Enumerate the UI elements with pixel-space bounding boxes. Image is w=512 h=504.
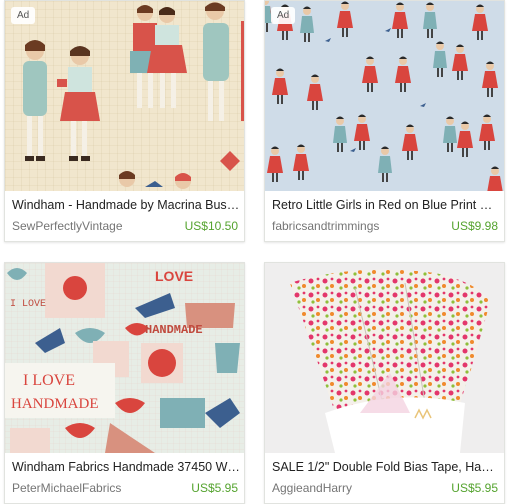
fabric-i-love-handmade-image: LOVE I LOVE HANDMADE I LOVE HANDMADE [5, 263, 244, 453]
listing-card-4[interactable]: SALE 1/2" Double Fold Bias Tape, Handmad… [264, 262, 505, 504]
shop-name[interactable]: PeterMichaelFabrics [12, 481, 121, 495]
listing-title[interactable]: SALE 1/2" Double Fold Bias Tape, Handmad… [272, 460, 500, 474]
listing-image-4[interactable] [265, 263, 504, 453]
listing-card-1[interactable]: Ad Windham - Handmade by Macrina Busato … [4, 0, 245, 242]
ad-badge: Ad [11, 7, 36, 24]
listing-card-3[interactable]: LOVE I LOVE HANDMADE I LOVE HANDMADE Win… [4, 262, 245, 504]
fabric-bias-tape-image [265, 263, 504, 453]
listing-title[interactable]: Windham - Handmade by Macrina Busato - K… [12, 198, 240, 212]
svg-text:I LOVE: I LOVE [10, 299, 46, 310]
svg-text:HANDMADE: HANDMADE [145, 323, 203, 337]
svg-text:HANDMADE: HANDMADE [11, 396, 99, 412]
svg-text:I LOVE: I LOVE [23, 372, 75, 389]
fabric-knitting-girls-image [5, 1, 244, 191]
listing-price: US$5.95 [451, 481, 498, 495]
listing-price: US$9.98 [451, 219, 498, 233]
shop-name[interactable]: AggieandHarry [272, 481, 352, 495]
shop-name[interactable]: fabricsandtrimmings [272, 219, 379, 233]
listing-price: US$5.95 [191, 481, 238, 495]
listing-price: US$10.50 [184, 219, 238, 233]
listing-title[interactable]: Windham Fabrics Handmade 37450 White by … [12, 460, 240, 474]
shop-name[interactable]: SewPerfectlyVintage [12, 219, 123, 233]
listing-image-3[interactable]: LOVE I LOVE HANDMADE I LOVE HANDMADE [5, 263, 244, 453]
listing-card-2[interactable]: Ad Retro Little Girls in Red on Blue Pri… [264, 0, 505, 242]
listing-title[interactable]: Retro Little Girls in Red on Blue Print … [272, 198, 500, 212]
svg-text:LOVE: LOVE [155, 268, 193, 284]
fabric-retro-girls-image [265, 1, 504, 191]
listing-image-1[interactable] [5, 1, 244, 191]
listing-image-2[interactable] [265, 1, 504, 191]
ad-badge: Ad [271, 7, 296, 24]
